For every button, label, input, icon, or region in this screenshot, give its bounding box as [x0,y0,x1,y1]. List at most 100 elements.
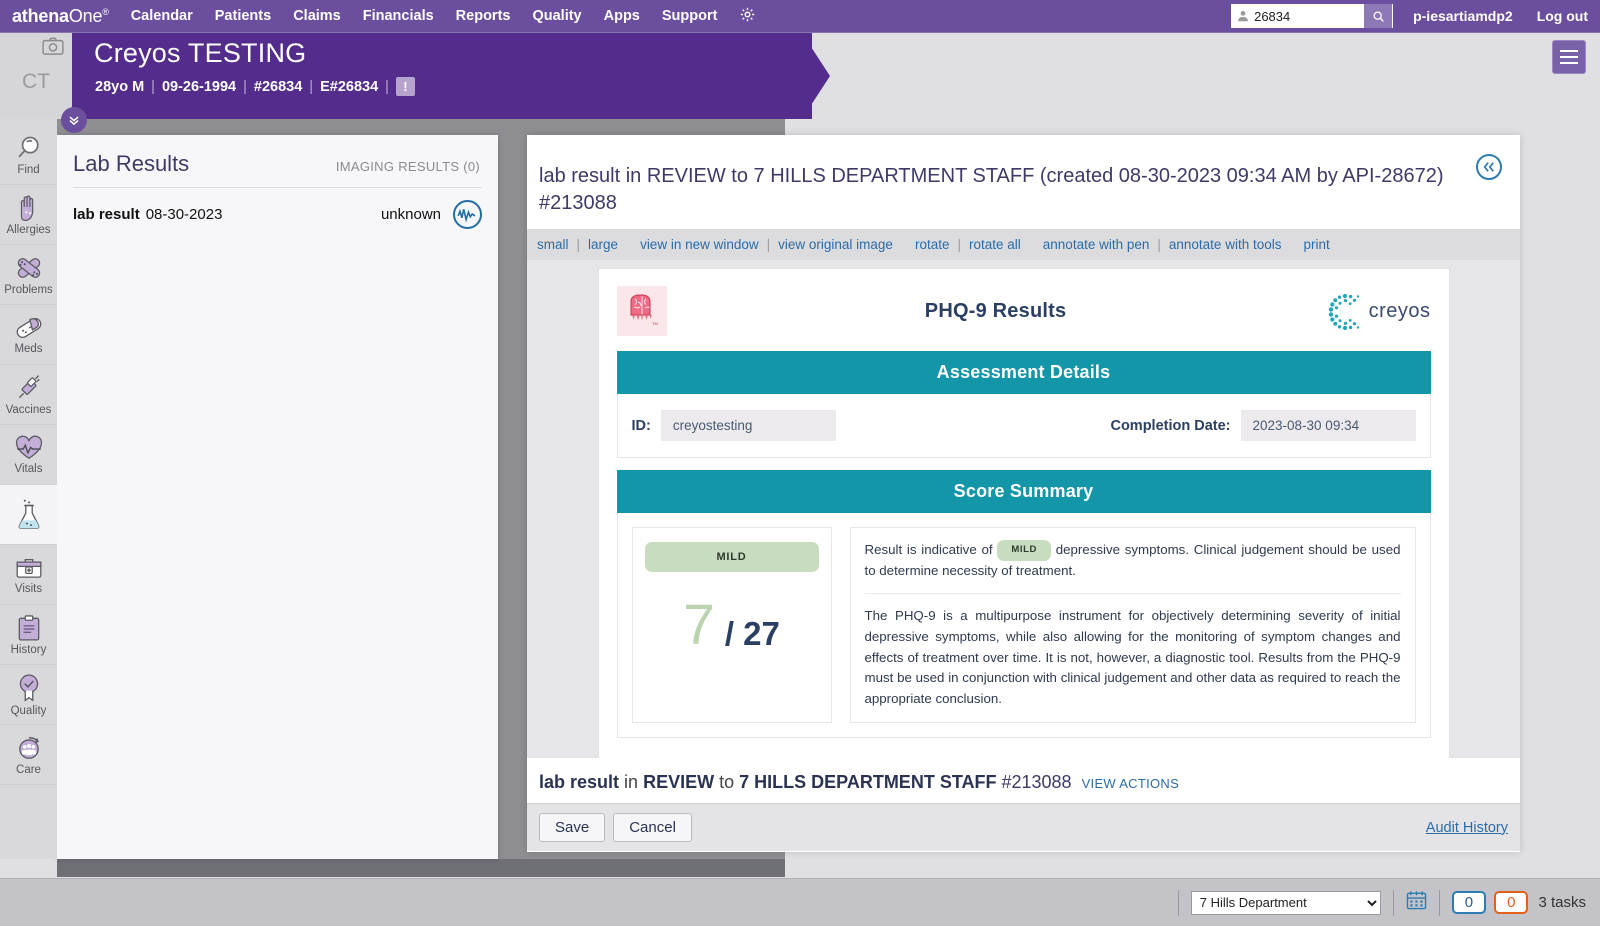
toolbar-annotate-with-pen-link[interactable]: annotate with pen [1043,237,1150,252]
gear-icon[interactable] [739,6,756,26]
sidebar-item-labs[interactable] [0,485,57,545]
document-title-line2: #213088 [539,192,617,214]
meta-separator: | [243,78,247,95]
interpretation-body: The PHQ-9 is a multipurpose instrument f… [864,608,1401,706]
lab-result-name: lab result [73,206,140,223]
sidebar-item-allergies[interactable]: Allergies [0,185,57,245]
toolbar-large-link[interactable]: large [588,237,618,252]
chevron-double-down-icon[interactable] [61,107,87,133]
nav-item-patients[interactable]: Patients [215,8,271,24]
view-actions-link[interactable]: VIEW ACTIONS [1082,776,1180,791]
imaging-results-link[interactable]: IMAGING RESULTS (0) [336,159,480,174]
sidebar-item-history[interactable]: History [0,605,57,665]
lab-result-date: 08-30-2023 [145,206,223,223]
patient-banner: Creyos TESTING 28yo M | 09-26-1994 | #26… [72,33,812,119]
document-toolbar: small | large view in new window | view … [527,229,1520,260]
meta-separator: | [309,78,314,95]
person-icon [1232,5,1254,27]
sidebar-item-find[interactable]: Find [0,125,57,185]
search-icon[interactable] [1364,4,1393,28]
score-value-group: 7 / 27 [683,596,780,653]
waveform-icon[interactable] [453,200,482,229]
audit-history-link[interactable]: Audit History [1426,820,1508,836]
nav-item-support[interactable]: Support [662,8,718,24]
department-select[interactable]: 7 Hills Department [1190,890,1381,915]
divider [1177,889,1179,916]
nav-item-claims[interactable]: Claims [293,8,341,24]
patient-meta: 28yo M | 09-26-1994 | #26834 | E#26834 |… [95,77,415,96]
logout-link[interactable]: Log out [1537,8,1588,24]
completion-date-label: Completion Date: [1110,417,1231,434]
search-input[interactable] [1254,5,1365,27]
sidebar-item-vaccines[interactable]: Vaccines [0,365,57,425]
background-content-strip-shadow [57,859,785,877]
toolbar-view-new-window-link[interactable]: view in new window [640,237,759,252]
document-viewer-panel: lab result in REVIEW to 7 HILLS DEPARTME… [527,135,1520,852]
sidebar-item-problems[interactable]: Problems [0,245,57,305]
sidebar-item-meds[interactable]: Meds [0,305,57,365]
urgent-count-badge[interactable]: 0 [1494,891,1529,914]
athenaone-logo[interactable]: athenaOne® [12,6,109,27]
calendar-icon[interactable] [1406,890,1427,916]
creyos-dots-logo-icon [1328,293,1359,331]
nav-item-quality[interactable]: Quality [532,8,581,24]
current-user-label[interactable]: p-iesartiamdp2 [1413,8,1513,24]
save-button[interactable]: Save [539,813,606,842]
inbox-count-badge[interactable]: 0 [1451,891,1487,914]
nav-item-apps[interactable]: Apps [604,8,640,24]
sidebar-item-care[interactable]: Care [0,725,57,785]
toolbar-rotate-link[interactable]: rotate [915,237,950,252]
document-action-bar: Save Cancel Audit History [527,803,1520,851]
interpretation-box: Result is indicative of MILD depressive … [849,527,1416,723]
banner-arrow-shape [802,33,830,119]
patient-search-box[interactable] [1231,4,1394,28]
tasks-count-label[interactable]: 3 tasks [1538,894,1586,911]
patient-id: #26834 [253,78,303,95]
id-value: creyostesting [660,410,836,441]
list-item[interactable]: lab result 08-30-2023 unknown [57,188,498,241]
alert-badge-icon[interactable]: ! [395,77,415,96]
brand-light: One [68,5,103,26]
toolbar-small-link[interactable]: small [537,237,569,252]
lab-result-status: unknown [380,206,441,223]
nav-item-calendar[interactable]: Calendar [131,8,193,24]
camera-icon[interactable] [42,37,64,61]
score-summary-band: Score Summary [616,470,1431,513]
footer-in-word: in [624,772,639,792]
id-label: ID: [631,417,651,434]
patient-photo-tile[interactable]: CT [0,33,72,119]
toolbar-rotate-all-link[interactable]: rotate all [969,237,1021,252]
toolbar-view-original-image-link[interactable]: view original image [778,237,893,252]
interpretation-summary: Result is indicative of MILD depressive … [865,540,1401,581]
report-title: PHQ-9 Results [924,299,1067,322]
cancel-button[interactable]: Cancel [613,813,692,842]
divider [864,593,1401,595]
footer-status: REVIEW [643,772,715,792]
hamburger-menu-icon[interactable] [1552,40,1586,74]
creyos-logo: creyos [1325,291,1431,331]
sidebar-item-label: Meds [14,342,43,355]
sidebar-item-label: Visits [14,582,43,595]
sidebar-item-label: Care [16,763,41,776]
document-image-scroll-area[interactable]: TM PHQ-9 Results creyos Assessment Detai… [527,260,1520,758]
brand-registered-mark: ® [102,6,109,17]
interp-pre-text: Result is indicative of [864,542,993,557]
severity-badge: MILD [644,542,819,572]
toolbar-annotate-with-tools-link[interactable]: annotate with tools [1169,237,1282,252]
lab-results-panel: Lab Results IMAGING RESULTS (0) lab resu… [57,135,498,859]
sidebar-item-label: Quality [10,704,47,717]
sidebar-item-visits[interactable]: Visits [0,545,57,605]
nav-item-financials[interactable]: Financials [363,8,434,24]
toolbar-separator: | [576,237,581,252]
footer-department: 7 HILLS DEPARTMENT STAFF [739,772,997,792]
sidebar-item-label: Problems [4,283,53,296]
sidebar-item-label: Find [17,163,40,176]
toolbar-separator: | [1157,237,1161,252]
sidebar-item-vitals[interactable]: Vitals [0,425,57,485]
collapse-panel-icon[interactable] [1476,154,1502,180]
nav-item-reports[interactable]: Reports [456,8,511,24]
sidebar-item-quality[interactable]: Quality [0,665,57,725]
assessment-details-band: Assessment Details [616,351,1431,394]
toolbar-print-link[interactable]: print [1303,237,1329,252]
footer-document-number: #213088 [1001,772,1072,792]
